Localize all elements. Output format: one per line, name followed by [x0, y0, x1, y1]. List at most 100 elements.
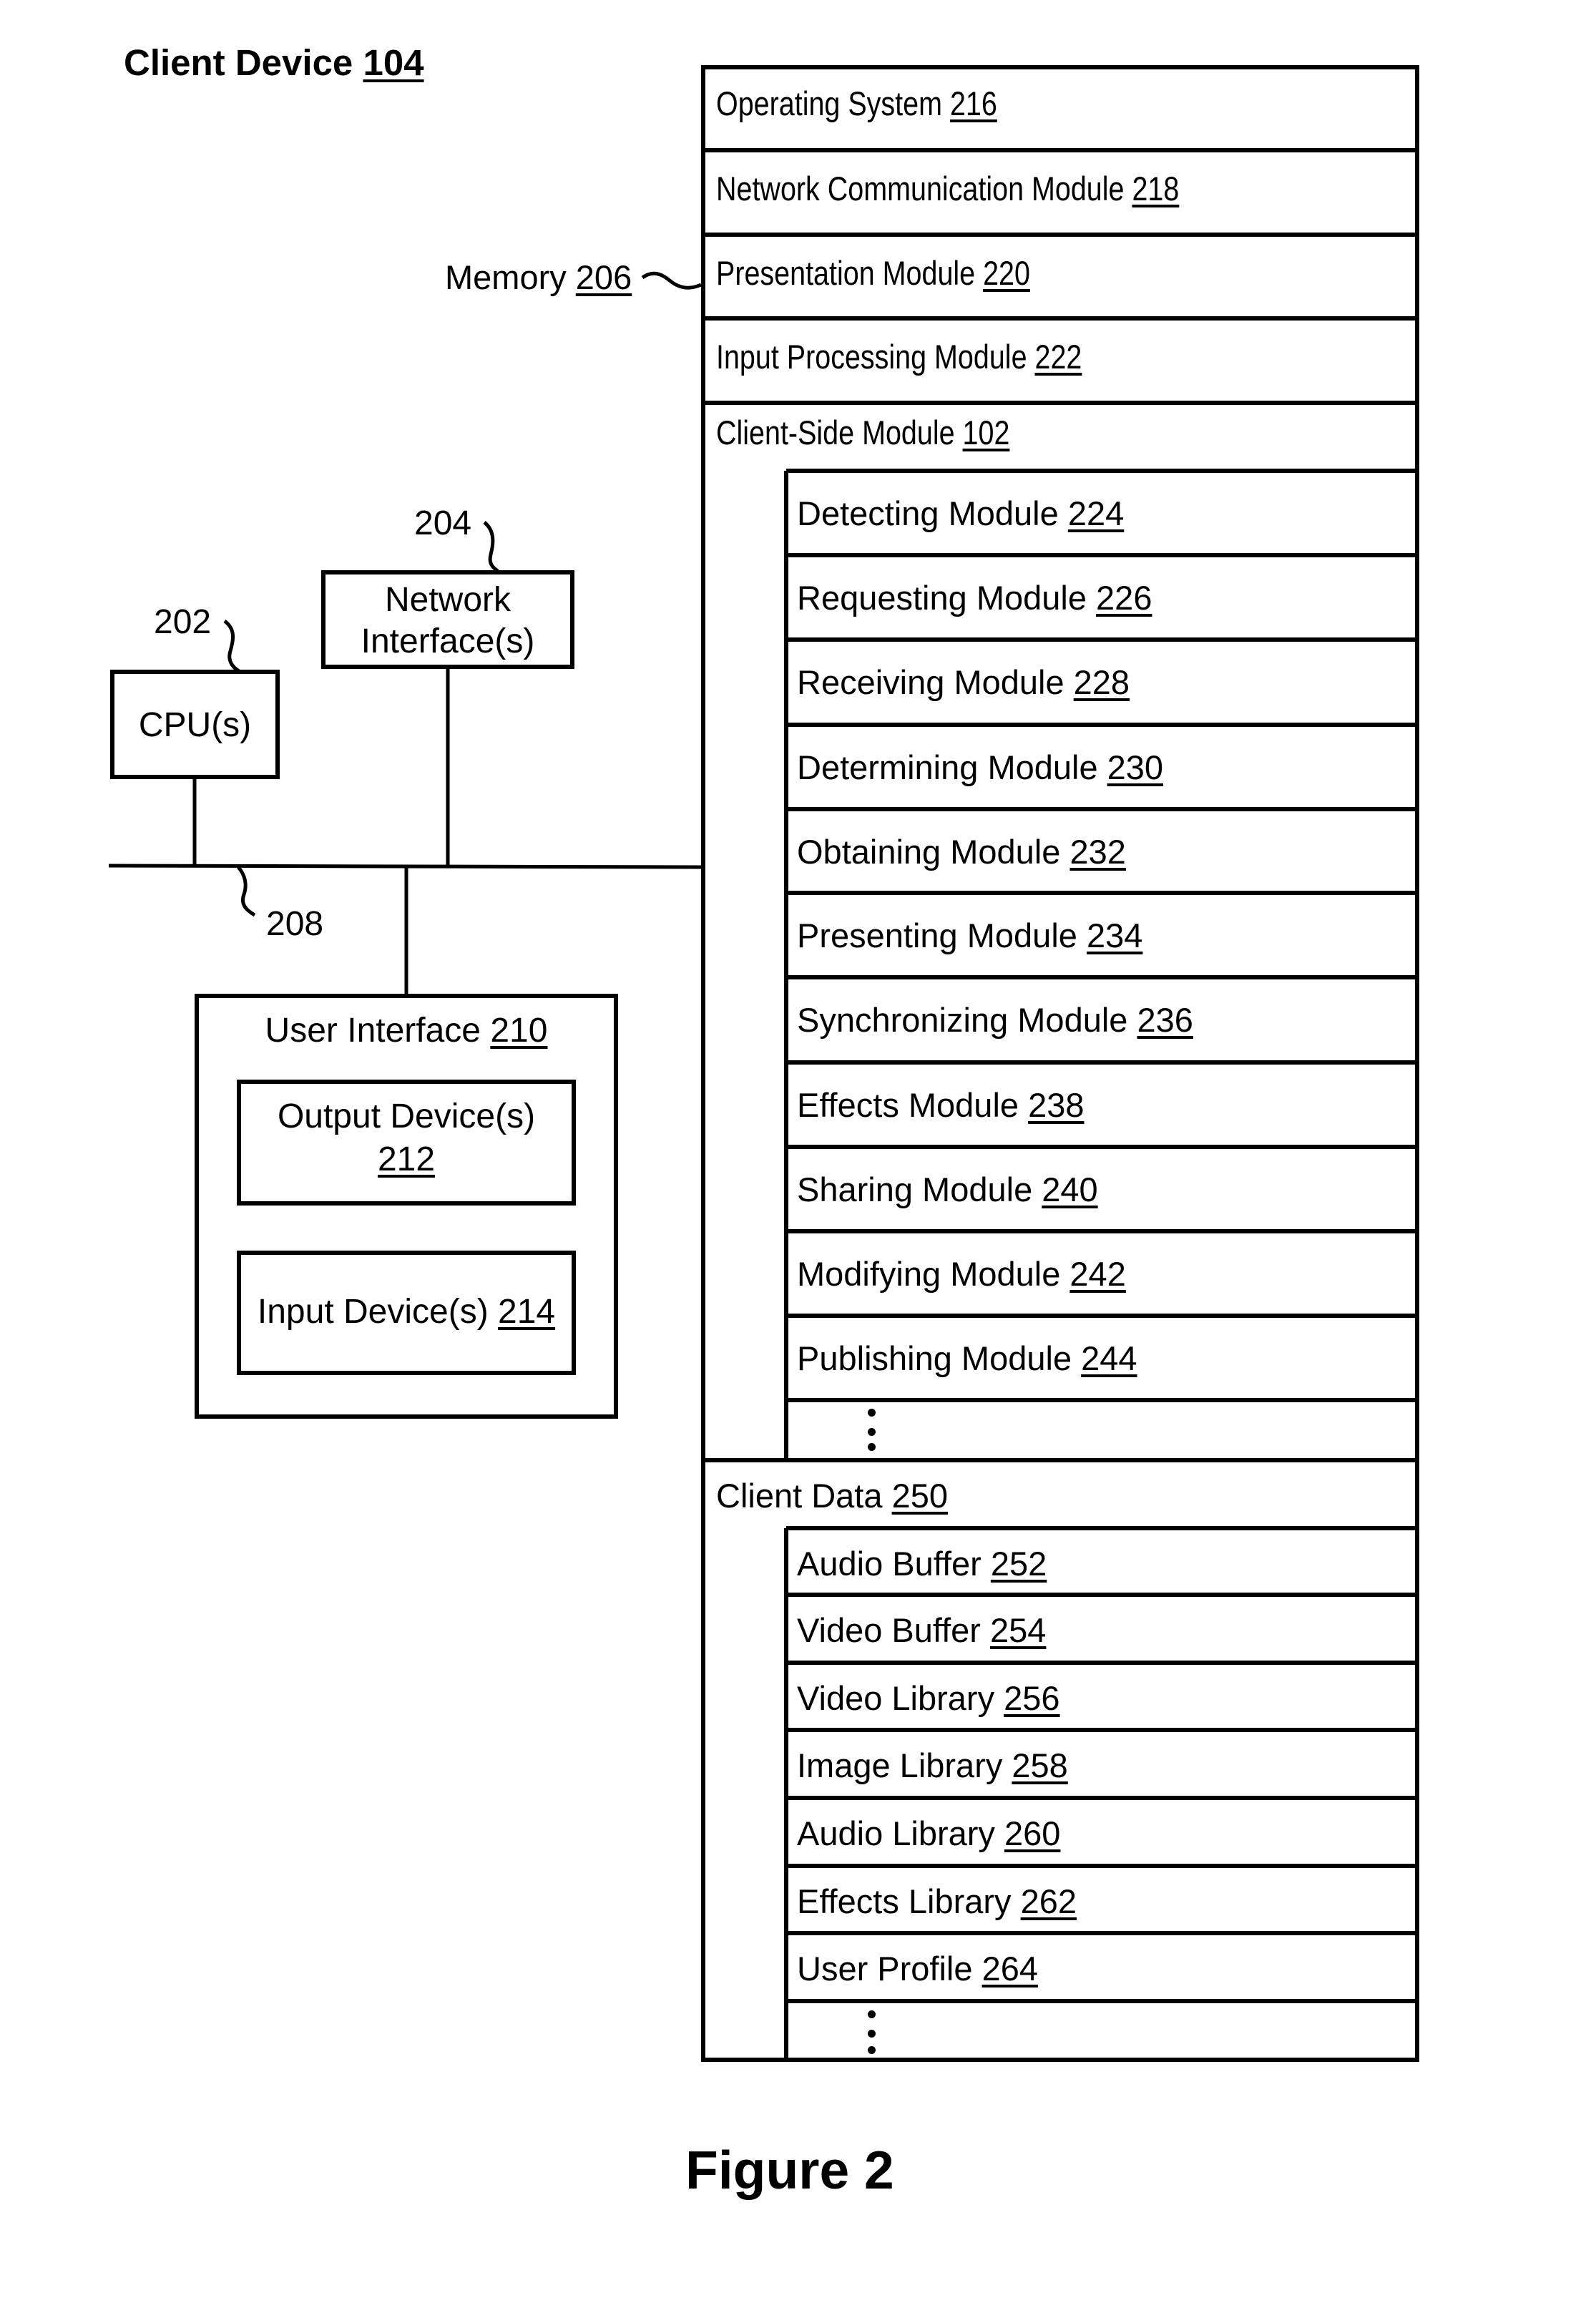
row-label-text: Effects Library	[797, 1882, 1021, 1920]
row-label: Effects Module 238	[797, 1088, 1085, 1122]
ellipsis-dot-icon	[868, 2010, 876, 2018]
bus-ref-leader	[237, 866, 256, 917]
row-label: Detecting Module 224	[797, 497, 1124, 530]
row-label-text: User Profile	[797, 1950, 982, 1987]
row-label-ref: 216	[949, 84, 997, 122]
network-interface-line1: Network	[384, 581, 511, 619]
row-label-ref: 218	[1132, 170, 1180, 207]
row-label-ref: 234	[1086, 916, 1143, 954]
input-device-label-text: Input Device(s)	[257, 1293, 499, 1331]
row-label-ref: 244	[1081, 1339, 1137, 1377]
data-divider	[786, 1864, 1419, 1868]
row-label-text: Detecting Module	[797, 494, 1068, 532]
row-label-ref: 262	[1020, 1882, 1077, 1920]
network-ref-leader	[483, 521, 499, 573]
row-label-ref: 242	[1069, 1255, 1126, 1293]
data-divider	[786, 1526, 1419, 1530]
module-divider	[786, 469, 1419, 473]
row-label-ref: 264	[981, 1950, 1038, 1987]
row-label-text: Requesting Module	[797, 579, 1097, 617]
input-device-box: Input Device(s) 214	[237, 1251, 576, 1375]
row-label-text: Obtaining Module	[797, 833, 1070, 871]
row-label-text: Determining Module	[797, 748, 1107, 786]
module-divider	[786, 1229, 1419, 1233]
network-interface-box: Network Interface(s)	[321, 570, 574, 669]
row-label-text: Operating System	[716, 84, 950, 122]
ellipsis-dot-icon	[868, 1428, 876, 1436]
row-label: Audio Buffer 252	[797, 1547, 1047, 1580]
row-label-ref: 258	[1012, 1746, 1068, 1784]
data-divider	[786, 1999, 1419, 2003]
module-divider	[786, 975, 1419, 979]
data-inner-left-border	[784, 1528, 788, 2062]
row-label-ref: 230	[1107, 748, 1164, 786]
row-label-text: Client Data	[716, 1477, 892, 1515]
output-device-box: Output Device(s) 212	[237, 1080, 576, 1206]
data-divider	[786, 1796, 1419, 1800]
row-label-text: Effects Module	[797, 1086, 1029, 1124]
row-divider	[701, 148, 1419, 152]
cpu-label: CPU(s)	[138, 706, 252, 744]
module-divider	[786, 1314, 1419, 1318]
row-label: Receiving Module 228	[797, 665, 1130, 699]
row-divider	[701, 401, 1419, 405]
row-label-text: Audio Library	[797, 1814, 1004, 1852]
row-divider	[701, 233, 1419, 237]
figure-title: Client Device 104	[124, 44, 424, 81]
row-label-text: Network Communication Module	[716, 170, 1132, 207]
ellipsis-dot-icon	[868, 1443, 876, 1451]
row-label-ref: 260	[1004, 1814, 1061, 1852]
row-label: Client-Side Module 102	[716, 416, 1009, 449]
row-label-ref: 228	[1073, 663, 1130, 701]
input-device-label: Input Device(s) 214	[241, 1295, 572, 1329]
row-label-ref: 222	[1034, 338, 1082, 376]
row-label: Synchronizing Module 236	[797, 1003, 1193, 1037]
cpu-ref-leader	[223, 620, 240, 673]
row-label-ref: 238	[1028, 1086, 1085, 1124]
memory-label-ref: 206	[575, 258, 632, 296]
row-divider	[701, 316, 1419, 321]
row-label: Sharing Module 240	[797, 1173, 1098, 1206]
row-label: Effects Library 262	[797, 1884, 1077, 1918]
module-divider	[786, 1060, 1419, 1065]
row-label-text: Presenting Module	[797, 916, 1087, 954]
memory-ref-leader	[641, 271, 702, 290]
row-label: Modifying Module 242	[797, 1257, 1126, 1291]
row-label: Input Processing Module 222	[716, 340, 1082, 373]
figure-caption: Figure 2	[685, 2140, 894, 2200]
row-label: Requesting Module 226	[797, 581, 1152, 615]
row-label: Audio Library 260	[797, 1817, 1060, 1850]
output-device-label: Output Device(s)	[277, 1097, 536, 1135]
row-label-ref: 232	[1069, 833, 1126, 871]
module-divider	[786, 891, 1419, 895]
figure-title-ref: 104	[363, 42, 424, 83]
row-label-ref: 250	[891, 1477, 948, 1515]
row-label: Video Buffer 254	[797, 1613, 1046, 1647]
module-divider	[786, 807, 1419, 811]
row-label-ref: 252	[990, 1545, 1047, 1583]
row-label: Client Data 250	[716, 1479, 948, 1512]
row-label: Video Library 256	[797, 1681, 1060, 1715]
cpu-ref-label: 202	[154, 603, 212, 641]
row-label-ref: 102	[962, 414, 1010, 451]
row-label-text: Input Processing Module	[716, 338, 1035, 376]
row-label-ref: 220	[983, 254, 1030, 292]
user-interface-label: User Interface 210	[199, 1014, 614, 1048]
row-label: User Profile 264	[797, 1952, 1038, 1985]
row-label-text: Sharing Module	[797, 1170, 1042, 1208]
module-divider	[786, 1145, 1419, 1149]
ellipsis-dot-icon	[868, 2046, 876, 2054]
ellipsis-dot-icon	[868, 1409, 876, 1417]
data-divider	[786, 1593, 1419, 1597]
row-label-text: Image Library	[797, 1746, 1012, 1784]
row-label-ref: 240	[1042, 1170, 1098, 1208]
network-interface-line2: Interface(s)	[361, 622, 535, 660]
data-divider	[786, 1661, 1419, 1665]
network-ref-label: 204	[414, 504, 472, 542]
row-label-text: Publishing Module	[797, 1339, 1082, 1377]
user-interface-label-ref: 210	[490, 1012, 548, 1050]
row-label-text: Receiving Module	[797, 663, 1074, 701]
row-label-ref: 254	[990, 1611, 1047, 1649]
ellipsis-dot-icon	[868, 2030, 876, 2038]
row-label: Image Library 258	[797, 1749, 1068, 1782]
